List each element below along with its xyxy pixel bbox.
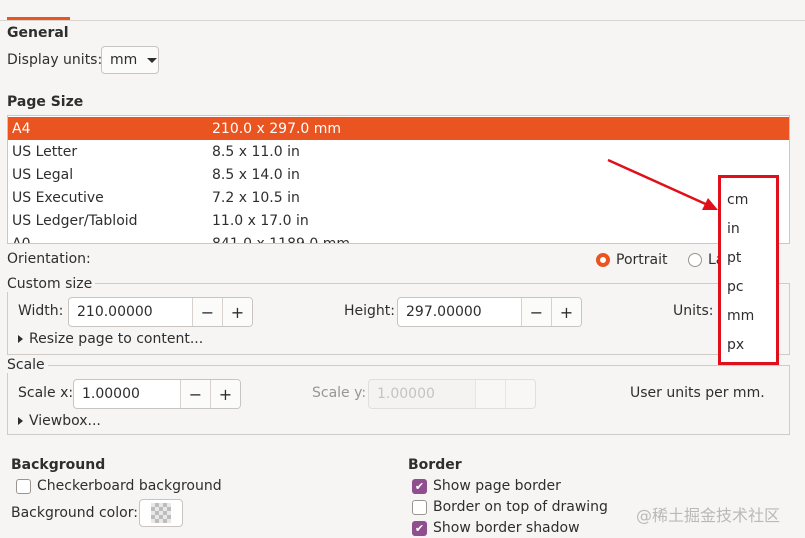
page-size-title: Page Size <box>7 94 84 110</box>
height-input[interactable]: 297.00000 <box>398 298 521 326</box>
units-menu-item[interactable]: pt <box>727 250 741 266</box>
width-label: Width: <box>18 303 64 319</box>
checkmark-icon: ✔ <box>412 520 427 536</box>
page-size-dims: 841.0 x 1189.0 mm <box>212 235 350 244</box>
show-shadow-label: Show border shadow <box>433 520 580 536</box>
border-on-top-checkbox[interactable]: Border on top of drawing <box>412 499 608 515</box>
list-item[interactable]: A4 210.0 x 297.0 mm <box>8 117 789 140</box>
radio-unselected-icon <box>688 253 702 267</box>
display-units-dropdown[interactable]: mm <box>101 46 159 74</box>
units-menu-item[interactable]: cm <box>727 192 748 208</box>
scale-x-input[interactable]: 1.00000 <box>74 380 180 408</box>
page-size-dims: 8.5 x 14.0 in <box>212 166 300 183</box>
minus-icon <box>475 380 505 408</box>
units-menu[interactable]: cm in pt pc mm px <box>718 175 779 365</box>
viewbox-expander[interactable]: Viewbox... <box>18 413 101 429</box>
show-border-checkbox[interactable]: ✔ Show page border <box>412 478 561 494</box>
page-size-name: US Executive <box>12 189 104 206</box>
plus-icon[interactable]: + <box>551 298 581 326</box>
portrait-radio[interactable]: Portrait <box>596 252 667 268</box>
page-size-name: A4 <box>12 120 31 137</box>
watermark: @稀土掘金技术社区 <box>636 506 781 525</box>
background-color-button[interactable] <box>139 499 183 527</box>
checkbox-unchecked-icon <box>16 478 31 494</box>
scale-x-label: Scale x: <box>18 385 74 401</box>
chevron-down-icon <box>147 57 158 63</box>
page-size-dims: 8.5 x 11.0 in <box>212 143 300 160</box>
page-size-name: US Ledger/Tabloid <box>12 212 138 229</box>
viewbox-label: Viewbox... <box>29 413 101 429</box>
scale-x-stepper[interactable]: 1.00000 − + <box>73 379 241 409</box>
minus-icon[interactable]: − <box>521 298 551 326</box>
annotation-arrow-icon <box>607 158 718 210</box>
tab-strip <box>0 0 805 21</box>
display-units-label: Display units: <box>7 52 103 68</box>
show-shadow-checkbox[interactable]: ✔ Show border shadow <box>412 520 580 536</box>
units-menu-item[interactable]: in <box>727 221 740 237</box>
color-swatch-icon <box>151 503 171 523</box>
background-color-label: Background color: <box>11 505 138 521</box>
background-title: Background <box>11 457 106 473</box>
page-size-name: US Legal <box>12 166 74 183</box>
units-menu-item[interactable]: pc <box>727 279 744 295</box>
expander-arrow-icon <box>18 335 23 343</box>
units-menu-item[interactable]: px <box>727 337 744 353</box>
resize-page-expander[interactable]: Resize page to content... <box>18 331 203 347</box>
scale-title: Scale <box>7 357 48 373</box>
portrait-label: Portrait <box>616 252 668 268</box>
border-on-top-label: Border on top of drawing <box>433 499 608 515</box>
units-menu-item[interactable]: mm <box>727 308 754 324</box>
checkerboard-label: Checkerboard background <box>37 478 222 494</box>
scale-y-label: Scale y: <box>312 385 367 401</box>
custom-size-title: Custom size <box>7 276 96 292</box>
checkmark-icon: ✔ <box>412 478 427 494</box>
list-item[interactable]: A0 841.0 x 1189.0 mm <box>8 232 789 244</box>
radio-selected-icon <box>596 253 610 267</box>
active-tab-indicator <box>7 17 70 20</box>
show-border-label: Show page border <box>433 478 561 494</box>
display-units-value: mm <box>110 52 138 68</box>
plus-icon <box>505 380 535 408</box>
width-input[interactable]: 210.00000 <box>69 298 192 326</box>
width-stepper[interactable]: 210.00000 − + <box>68 297 253 327</box>
page-size-name: US Letter <box>12 143 78 160</box>
height-label: Height: <box>344 303 395 319</box>
page-size-name: A0 <box>12 235 31 244</box>
page-size-dims: 210.0 x 297.0 mm <box>212 120 342 137</box>
resize-page-label: Resize page to content... <box>29 331 204 347</box>
checkerboard-checkbox[interactable]: Checkerboard background <box>16 478 222 494</box>
plus-icon[interactable]: + <box>222 298 252 326</box>
page-size-dims: 7.2 x 10.5 in <box>212 189 300 206</box>
orientation-label: Orientation: <box>7 251 91 267</box>
page-size-dims: 11.0 x 17.0 in <box>212 212 309 229</box>
minus-icon[interactable]: − <box>192 298 222 326</box>
expander-arrow-icon <box>18 417 23 425</box>
minus-icon[interactable]: − <box>180 380 210 408</box>
user-units-text: User units per mm. <box>630 385 765 401</box>
border-title: Border <box>408 457 462 473</box>
scale-y-input: 1.00000 <box>377 386 435 402</box>
general-title: General <box>7 25 69 41</box>
plus-icon[interactable]: + <box>210 380 240 408</box>
height-stepper[interactable]: 297.00000 − + <box>397 297 582 327</box>
checkbox-unchecked-icon <box>412 499 427 515</box>
scale-y-stepper: 1.00000 <box>368 379 536 409</box>
units-label: Units: <box>673 303 714 319</box>
